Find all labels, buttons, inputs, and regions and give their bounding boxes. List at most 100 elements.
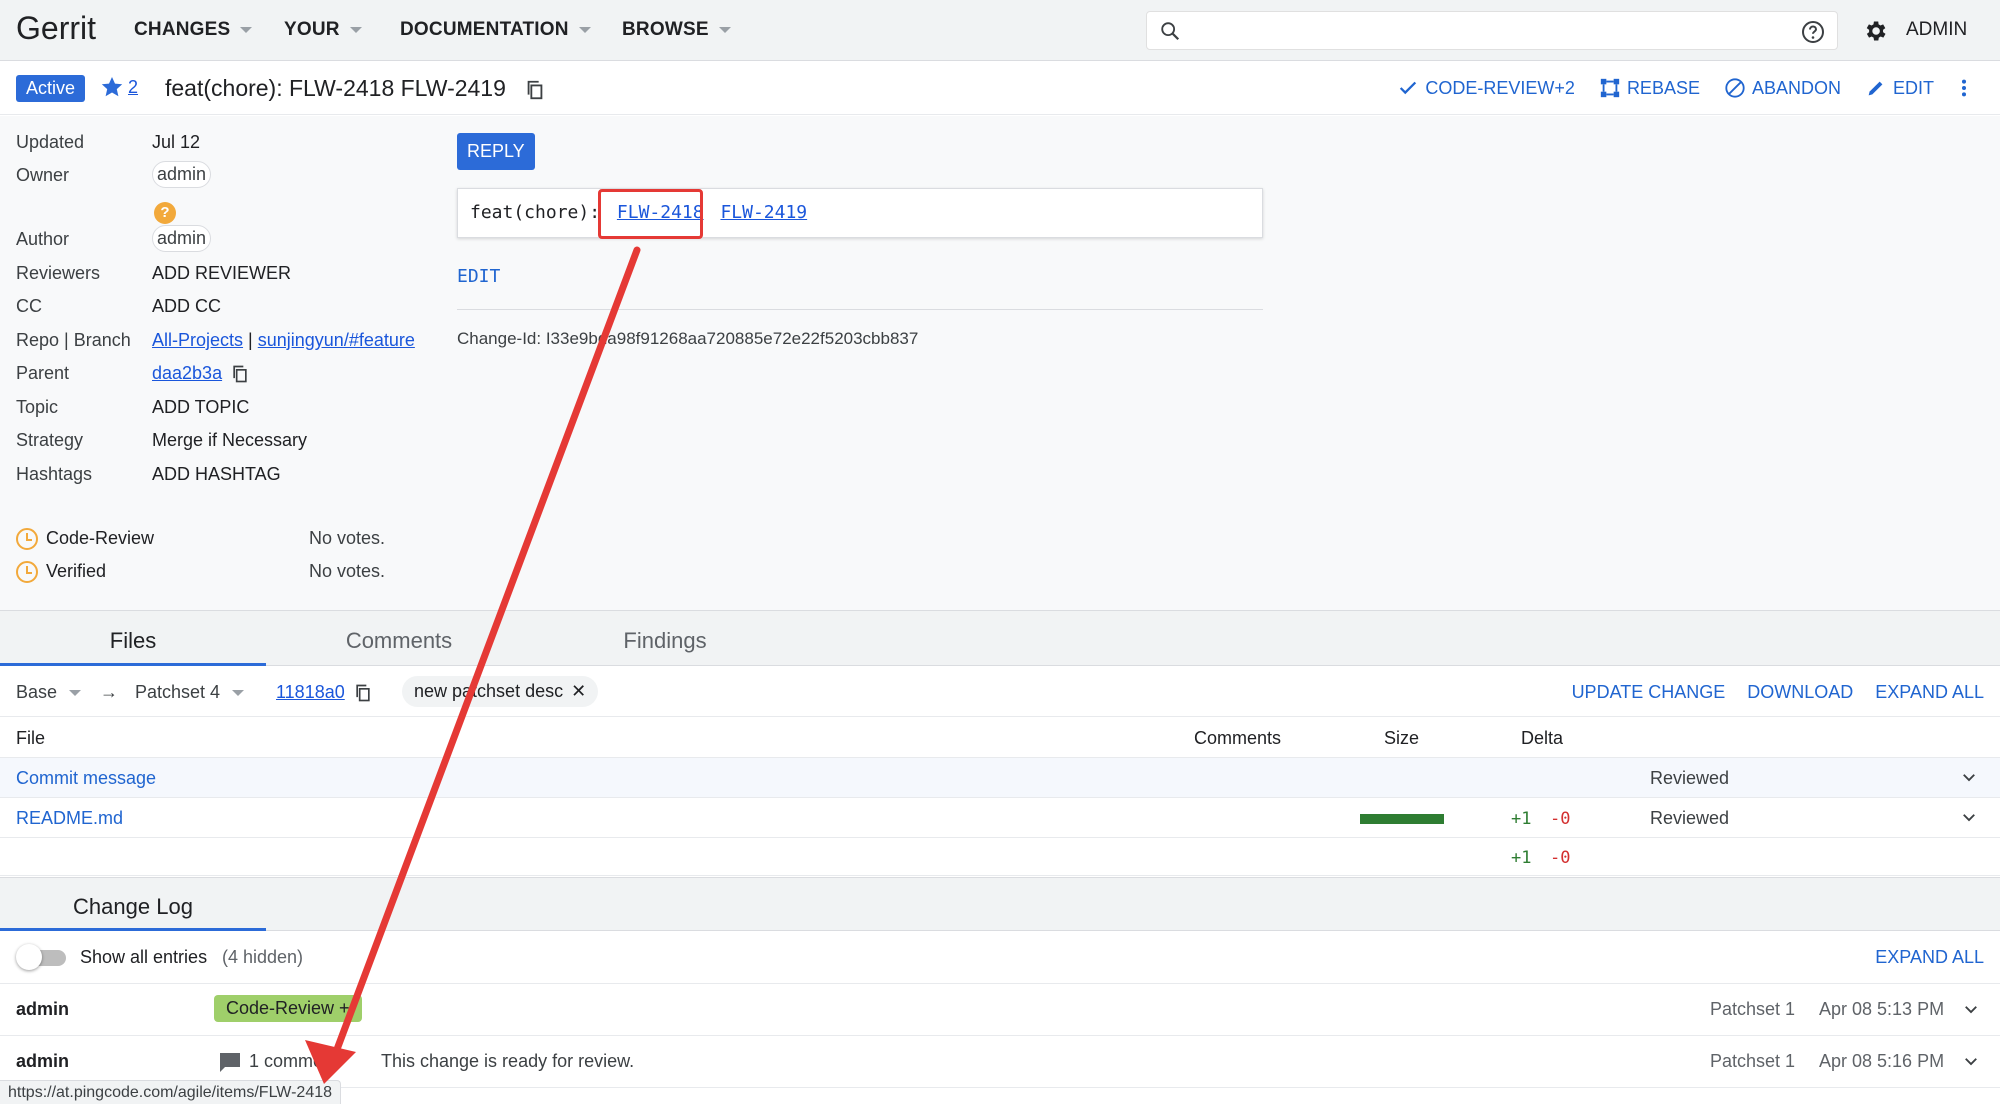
change-metadata-section: Updated Jul 12 Owner admin ? Author admin R…	[0, 116, 2000, 610]
label-code-review: Code-Review	[46, 528, 155, 548]
nav-documentation[interactable]: DOCUMENTATION	[400, 19, 591, 41]
nav-your[interactable]: YOUR	[284, 19, 362, 41]
toggle-label: Show all entries	[80, 947, 208, 967]
abandon-button[interactable]: ABANDON	[1724, 77, 1841, 99]
log-message: This change is ready for review.	[381, 1051, 635, 1071]
update-change-button[interactable]: UPDATE CHANGE	[1572, 682, 1726, 703]
change-log-tab-bar: Change Log	[0, 877, 2000, 931]
parent-label: Parent	[16, 363, 70, 383]
col-size: Size	[1384, 728, 1420, 748]
edit-commit-message-button[interactable]: EDIT	[457, 266, 500, 287]
author-chip[interactable]: admin	[152, 225, 212, 252]
clock-icon	[16, 561, 38, 584]
list-item[interactable]: admin Code-Review + Patchset 1 Apr 08 5:…	[0, 984, 2000, 1036]
file-name[interactable]: Commit message	[16, 768, 156, 789]
clock-icon	[16, 528, 38, 551]
search-input[interactable]	[1146, 11, 1838, 50]
more-menu-icon[interactable]	[1958, 77, 1970, 99]
tab-bar: Files Comments Findings	[0, 610, 2000, 666]
parent-link[interactable]: daa2b3a	[152, 363, 222, 383]
strategy-value: Merge if Necessary	[152, 430, 308, 450]
change-header: Active 2 feat(chore): FLW-2418 FLW-2419 …	[0, 62, 2000, 115]
rebase-button[interactable]: REBASE	[1599, 77, 1700, 99]
status-url-bar: https://at.pingcode.com/agile/items/FLW-…	[0, 1080, 342, 1104]
add-reviewer-button[interactable]: ADD REVIEWER	[152, 263, 291, 284]
copy-icon[interactable]	[353, 683, 373, 703]
nav-changes[interactable]: CHANGES	[134, 19, 253, 41]
chevron-down-icon[interactable]	[1962, 1000, 1980, 1018]
tab-files[interactable]: Files	[0, 628, 266, 654]
chevron-down-icon[interactable]	[1962, 1052, 1980, 1070]
download-button[interactable]: DOWNLOAD	[1747, 682, 1853, 703]
file-name[interactable]: README.md	[16, 808, 123, 829]
add-topic-button[interactable]: ADD TOPIC	[152, 397, 249, 418]
reviewers-label: Reviewers	[16, 263, 101, 283]
user-menu[interactable]: ADMIN	[1906, 19, 1967, 41]
change-actions: CODE-REVIEW+2 REBASE ABANDON EDIT	[1397, 77, 1970, 99]
pencil-icon	[1868, 81, 1883, 96]
comment-count[interactable]: 1 comme	[249, 1051, 323, 1072]
add-hashtag-button[interactable]: ADD HASHTAG	[152, 464, 281, 485]
chevron-down-icon	[69, 690, 82, 697]
file-actions: UPDATE CHANGE DOWNLOAD EXPAND ALL	[1572, 682, 1984, 703]
chevron-down-icon	[718, 26, 731, 33]
divider	[457, 309, 1263, 310]
help-icon[interactable]	[1801, 20, 1825, 44]
reviewed-status[interactable]: Reviewed	[1650, 808, 1729, 829]
base-select[interactable]: Base	[16, 682, 82, 703]
change-id: Change-Id: I33e9bda98f91268aa720885e72e2…	[457, 329, 919, 348]
patchset-commit-link[interactable]: 11818a0	[276, 682, 345, 702]
abandon-icon	[1725, 78, 1745, 98]
label-votes: No votes.	[309, 528, 386, 548]
copy-icon[interactable]	[524, 79, 546, 101]
star-count[interactable]: 2	[128, 77, 138, 98]
log-date: Apr 08 5:16 PM	[1819, 1051, 1945, 1071]
col-file: File	[16, 728, 46, 748]
tab-change-log[interactable]: Change Log	[0, 894, 266, 920]
close-icon[interactable]: ✕	[571, 681, 586, 701]
top-bar: Gerrit CHANGES YOUR DOCUMENTATION BROWSE…	[0, 0, 2000, 61]
expand-all-files-button[interactable]: EXPAND ALL	[1875, 682, 1984, 703]
expand-all-log-button[interactable]: EXPAND ALL	[1875, 947, 1984, 968]
patchset-description-chip[interactable]: new patchset desc ✕	[402, 676, 599, 707]
copy-icon[interactable]	[230, 364, 250, 384]
arrow-icon: →	[100, 682, 118, 702]
tab-comments[interactable]: Comments	[266, 628, 532, 654]
commit-message-prefix: feat(chore):	[470, 202, 601, 223]
chevron-down-icon	[578, 26, 591, 33]
active-tab-indicator	[0, 928, 266, 931]
col-delta: Delta	[1521, 728, 1564, 748]
check-icon	[1400, 81, 1417, 95]
edit-button[interactable]: EDIT	[1865, 77, 1934, 99]
owner-chip[interactable]: admin	[152, 161, 212, 188]
table-row[interactable]: Commit message Reviewed	[0, 758, 2000, 798]
star-icon[interactable]	[100, 75, 124, 99]
total-added: +1	[1511, 848, 1532, 868]
cc-label: CC	[16, 296, 42, 316]
code-review-button[interactable]: CODE-REVIEW+2	[1397, 77, 1575, 99]
change-subject: feat(chore): FLW-2418 FLW-2419	[165, 75, 546, 102]
tab-findings[interactable]: Findings	[532, 628, 798, 654]
lines-added: +1	[1511, 809, 1532, 829]
owner-warning-icon[interactable]: ?	[154, 202, 176, 224]
chevron-down-icon[interactable]	[1960, 768, 1978, 786]
gerrit-logo[interactable]: Gerrit	[16, 10, 96, 47]
patchset-select[interactable]: Patchset 4	[135, 682, 245, 703]
branch-link[interactable]: sunjingyun/#feature	[258, 330, 415, 350]
show-all-entries-toggle[interactable]	[16, 944, 68, 970]
nav-browse[interactable]: BROWSE	[622, 19, 731, 41]
repo-separator: |	[248, 330, 253, 350]
gear-icon[interactable]	[1862, 18, 1888, 44]
reviewed-status[interactable]: Reviewed	[1650, 768, 1729, 789]
topic-label: Topic	[16, 397, 59, 417]
table-row[interactable]: README.md +1 -0 Reviewed	[0, 798, 2000, 838]
reply-button[interactable]: REPLY	[457, 133, 535, 170]
repo-link[interactable]: All-Projects	[152, 330, 243, 350]
add-cc-button[interactable]: ADD CC	[152, 296, 221, 317]
comment-icon	[220, 1053, 240, 1072]
label-votes: No votes.	[309, 561, 386, 581]
log-author: admin	[16, 999, 70, 1019]
issue-link-flw-2419[interactable]: FLW-2419	[720, 202, 807, 223]
chevron-down-icon[interactable]	[1960, 808, 1978, 826]
search-icon	[1161, 22, 1180, 41]
